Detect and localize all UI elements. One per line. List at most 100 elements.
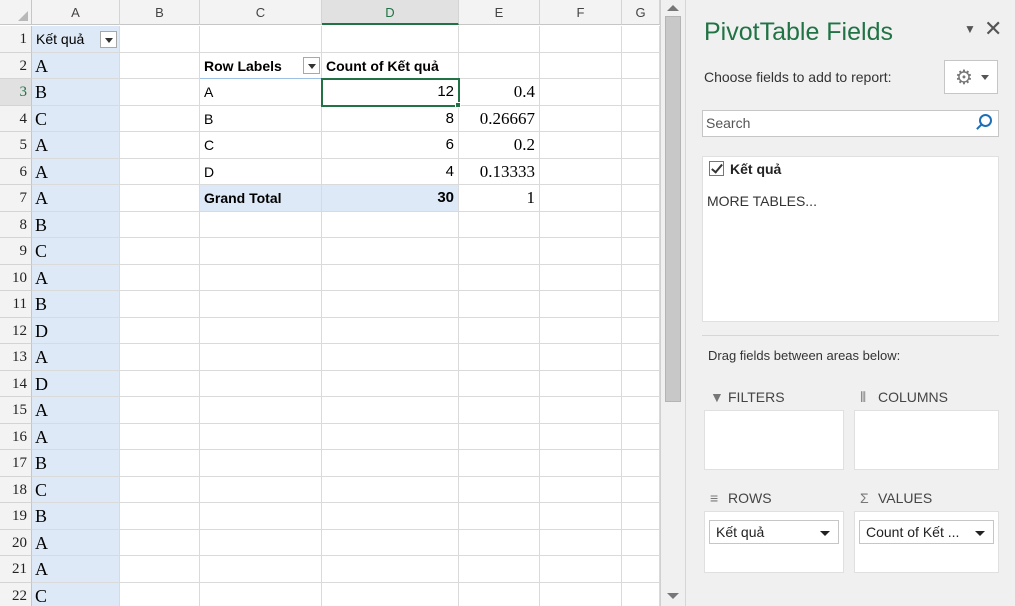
spreadsheet-grid[interactable]: ABCDEFG 1 2 3 4 5 6 7 8 9 10 11 12 13 14 15 16 17 18 19 20 2… bbox=[0, 0, 660, 606]
cell[interactable] bbox=[540, 582, 622, 606]
column-header[interactable]: D bbox=[322, 0, 459, 25]
cell[interactable] bbox=[459, 582, 540, 606]
column-a-cell[interactable]: C bbox=[32, 582, 120, 606]
column-a-cell[interactable]: C bbox=[32, 238, 120, 265]
cell[interactable] bbox=[120, 238, 200, 265]
select-all-corner[interactable] bbox=[0, 0, 32, 25]
cell[interactable] bbox=[622, 291, 660, 318]
row-header[interactable]: 2 bbox=[0, 52, 32, 79]
values-dropzone[interactable]: Count of Kết ... bbox=[854, 511, 999, 573]
cell[interactable] bbox=[622, 317, 660, 344]
cell[interactable] bbox=[200, 503, 322, 530]
scroll-down-icon[interactable] bbox=[667, 593, 679, 599]
cell[interactable] bbox=[459, 238, 540, 265]
ratio-value[interactable]: 0.2 bbox=[459, 132, 540, 159]
cell[interactable] bbox=[200, 582, 322, 606]
cell[interactable] bbox=[200, 556, 322, 583]
cell[interactable] bbox=[120, 26, 200, 53]
chevron-down-icon[interactable] bbox=[975, 531, 985, 536]
rows-dropzone[interactable]: Kết quả bbox=[704, 511, 844, 573]
cell[interactable] bbox=[622, 264, 660, 291]
column-header[interactable]: C bbox=[200, 0, 322, 25]
cell[interactable] bbox=[540, 52, 622, 79]
cell[interactable] bbox=[322, 397, 459, 424]
cell[interactable] bbox=[622, 450, 660, 477]
pivot-count-value[interactable]: 6 bbox=[322, 132, 459, 159]
row-header[interactable]: 20 bbox=[0, 529, 32, 556]
ratio-value[interactable]: 0.13333 bbox=[459, 158, 540, 185]
row-header[interactable]: 18 bbox=[0, 476, 32, 503]
cell[interactable] bbox=[540, 238, 622, 265]
ratio-total[interactable]: 1 bbox=[459, 185, 540, 212]
filter-dropdown-icon[interactable] bbox=[303, 57, 320, 74]
column-a-cell[interactable]: B bbox=[32, 79, 120, 106]
row-header[interactable]: 21 bbox=[0, 556, 32, 583]
cell[interactable] bbox=[120, 291, 200, 318]
row-header[interactable]: 16 bbox=[0, 423, 32, 450]
cell[interactable] bbox=[120, 158, 200, 185]
cell[interactable] bbox=[200, 344, 322, 371]
cell[interactable] bbox=[120, 503, 200, 530]
cell[interactable] bbox=[200, 211, 322, 238]
cell[interactable] bbox=[459, 503, 540, 530]
row-header[interactable]: 12 bbox=[0, 317, 32, 344]
filters-dropzone[interactable] bbox=[704, 410, 844, 470]
column-a-cell[interactable]: D bbox=[32, 370, 120, 397]
column-a-cell[interactable]: A bbox=[32, 52, 120, 79]
values-field-pill[interactable]: Count of Kết ... bbox=[859, 520, 994, 544]
column-a-cell[interactable]: B bbox=[32, 503, 120, 530]
column-header[interactable]: G bbox=[622, 0, 660, 25]
cell[interactable] bbox=[540, 503, 622, 530]
cell[interactable] bbox=[540, 397, 622, 424]
cell[interactable] bbox=[459, 370, 540, 397]
more-tables-link[interactable]: MORE TABLES... bbox=[707, 193, 817, 209]
cell[interactable] bbox=[459, 450, 540, 477]
cell[interactable] bbox=[622, 211, 660, 238]
cell[interactable] bbox=[120, 79, 200, 106]
cell[interactable] bbox=[459, 397, 540, 424]
fill-handle[interactable] bbox=[455, 101, 461, 108]
row-header[interactable]: 1 bbox=[0, 26, 32, 53]
cell[interactable] bbox=[540, 185, 622, 212]
cell[interactable] bbox=[459, 291, 540, 318]
column-a-cell[interactable]: A bbox=[32, 158, 120, 185]
cell[interactable] bbox=[622, 529, 660, 556]
cell[interactable] bbox=[622, 370, 660, 397]
cell[interactable] bbox=[622, 344, 660, 371]
row-header[interactable]: 4 bbox=[0, 105, 32, 132]
cell[interactable] bbox=[459, 317, 540, 344]
cell[interactable] bbox=[120, 370, 200, 397]
cell[interactable] bbox=[322, 211, 459, 238]
pivot-count-value[interactable]: 8 bbox=[322, 105, 459, 132]
cell[interactable] bbox=[459, 344, 540, 371]
cell[interactable] bbox=[200, 529, 322, 556]
cell[interactable] bbox=[622, 105, 660, 132]
filter-dropdown-icon[interactable] bbox=[100, 31, 117, 48]
cell[interactable] bbox=[459, 26, 540, 53]
cell[interactable] bbox=[622, 185, 660, 212]
scroll-thumb[interactable] bbox=[665, 16, 681, 402]
cell[interactable] bbox=[622, 238, 660, 265]
row-header[interactable]: 3 bbox=[0, 79, 32, 106]
cell[interactable] bbox=[622, 423, 660, 450]
pivot-grand-total-label[interactable]: Grand Total bbox=[200, 185, 322, 212]
cell[interactable] bbox=[120, 476, 200, 503]
cell[interactable] bbox=[120, 132, 200, 159]
cell[interactable] bbox=[322, 556, 459, 583]
rows-field-pill[interactable]: Kết quả bbox=[709, 520, 839, 544]
column-header[interactable]: B bbox=[120, 0, 200, 25]
cell[interactable] bbox=[120, 529, 200, 556]
cell[interactable] bbox=[459, 529, 540, 556]
column-a-cell[interactable]: A bbox=[32, 423, 120, 450]
column-a-cell[interactable]: A bbox=[32, 529, 120, 556]
cell[interactable] bbox=[622, 79, 660, 106]
cell[interactable] bbox=[120, 52, 200, 79]
column-header[interactable]: E bbox=[459, 0, 540, 25]
column-a-cell[interactable]: A bbox=[32, 344, 120, 371]
row-header[interactable]: 17 bbox=[0, 450, 32, 477]
cell[interactable] bbox=[540, 291, 622, 318]
cell[interactable] bbox=[200, 291, 322, 318]
ratio-value[interactable]: 0.4 bbox=[459, 79, 540, 106]
field-item[interactable]: Kết quả bbox=[709, 161, 781, 177]
cell[interactable] bbox=[622, 52, 660, 79]
